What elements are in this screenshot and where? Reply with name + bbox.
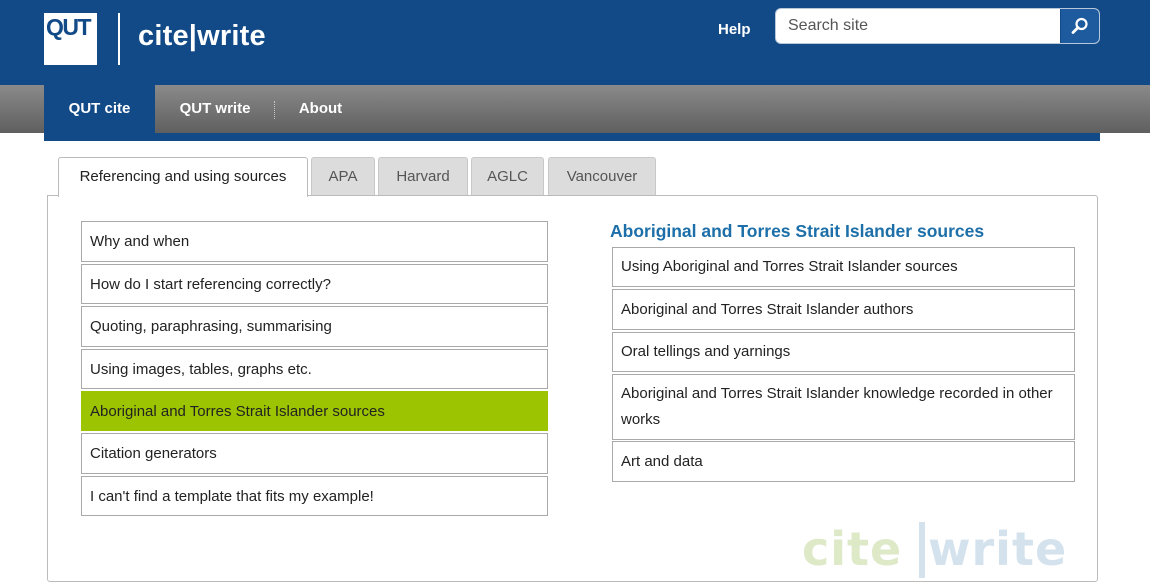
nav-separator: [274, 101, 275, 119]
list-item-using-images[interactable]: Using images, tables, graphs etc.: [81, 349, 548, 389]
qut-logo[interactable]: QUT: [44, 13, 97, 65]
search-button[interactable]: [1060, 9, 1099, 43]
right-item-art-and-data[interactable]: Art and data: [612, 441, 1075, 482]
list-item-start-referencing[interactable]: How do I start referencing correctly?: [81, 264, 548, 304]
list-item-aboriginal-sources[interactable]: Aboriginal and Torres Strait Islander so…: [81, 391, 548, 431]
nav-qut-write[interactable]: QUT write: [166, 85, 264, 133]
nav-underline: [44, 133, 1100, 141]
logo-divider: [118, 13, 120, 65]
citewrite-watermark: cite write: [800, 518, 1073, 580]
list-item-no-template[interactable]: I can't find a template that fits my exa…: [81, 476, 548, 516]
tab-harvard[interactable]: Harvard: [378, 157, 468, 195]
right-item-oral-tellings[interactable]: Oral tellings and yarnings: [612, 332, 1075, 372]
right-item-using-sources[interactable]: Using Aboriginal and Torres Strait Islan…: [612, 247, 1075, 287]
nav-about[interactable]: About: [288, 85, 353, 133]
tab-apa[interactable]: APA: [311, 157, 375, 195]
main-nav: QUT cite QUT write About: [0, 85, 1150, 133]
right-item-authors[interactable]: Aboriginal and Torres Strait Islander au…: [612, 289, 1075, 330]
nav-qut-cite[interactable]: QUT cite: [44, 85, 155, 133]
logo-text: QUT: [46, 14, 92, 40]
watermark-cite: cite: [802, 522, 903, 576]
right-item-knowledge-recorded[interactable]: Aboriginal and Torres Strait Islander kn…: [612, 374, 1075, 440]
list-item-citation-generators[interactable]: Citation generators: [81, 433, 548, 474]
tab-referencing[interactable]: Referencing and using sources: [58, 157, 308, 197]
watermark-write: write: [928, 522, 1068, 576]
search-input[interactable]: [776, 9, 1060, 43]
site-title[interactable]: cite|write: [138, 20, 266, 53]
help-link[interactable]: Help: [718, 21, 751, 38]
section-heading: Aboriginal and Torres Strait Islander so…: [610, 221, 985, 241]
list-item-why-and-when[interactable]: Why and when: [81, 221, 548, 262]
tab-aglc[interactable]: AGLC: [471, 157, 544, 195]
search-box: [775, 8, 1100, 44]
tab-vancouver[interactable]: Vancouver: [548, 157, 656, 195]
site-header: QUT cite|write Help: [0, 0, 1150, 85]
list-item-quoting[interactable]: Quoting, paraphrasing, summarising: [81, 306, 548, 347]
search-icon: [1071, 17, 1088, 34]
watermark-bar: [919, 522, 925, 578]
